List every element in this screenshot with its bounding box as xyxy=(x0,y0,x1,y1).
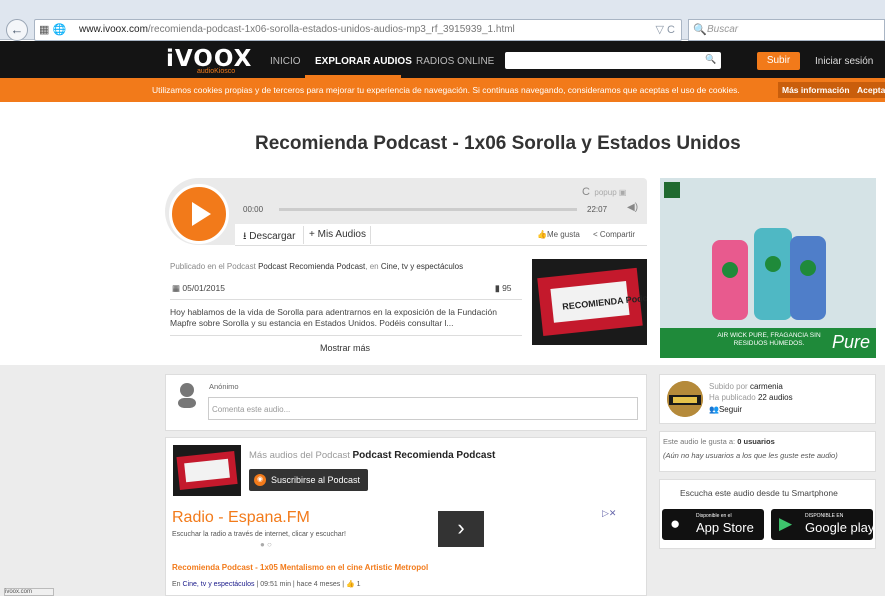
share-icon: < xyxy=(593,230,598,239)
ad-image xyxy=(660,178,876,328)
popup-icon: ▣ xyxy=(618,188,627,197)
search-icon: 🔍 xyxy=(693,24,707,36)
published-in: Publicado en el Podcast Podcast Recomien… xyxy=(170,262,464,271)
advertisement[interactable]: AIR WICK PURE, FRAGANCIA SIN RESIDUOS HÚ… xyxy=(660,178,876,358)
radio-ad-arrow-button[interactable]: › xyxy=(438,511,484,547)
back-button[interactable]: ← xyxy=(6,19,28,41)
ad-text: AIR WICK PURE, FRAGANCIA SIN RESIDUOS HÚ… xyxy=(717,332,821,347)
rss-icon: ◉ xyxy=(254,474,266,486)
play-count: ▮ 95 xyxy=(495,283,512,293)
search-placeholder: Buscar xyxy=(707,24,739,35)
apps-title: Escucha este audio desde tu Smartphone xyxy=(680,488,838,498)
related-episode-title[interactable]: Recomienda Podcast - 1x05 Mentalismo en … xyxy=(172,563,428,572)
podcast-thumbnail[interactable] xyxy=(173,445,241,496)
podcast-link[interactable]: Podcast Recomienda Podcast xyxy=(258,262,365,271)
googleplay-badge[interactable]: ▶ DISPONIBLE EN Google play xyxy=(771,509,874,540)
users-icon: 👥 xyxy=(709,405,719,414)
cookie-text: Utilizamos cookies propias y de terceros… xyxy=(152,85,740,95)
divider xyxy=(370,226,371,244)
follow-button[interactable]: 👥Seguir xyxy=(709,405,742,414)
episode-description: Hoy hablamos de la vida de Sorolla para … xyxy=(170,307,497,328)
site-search-input[interactable]: 🔍 xyxy=(505,52,721,69)
episode-thumbnail[interactable]: RECOMIENDA Podcast xyxy=(532,259,647,345)
reload-icon[interactable]: ▽ C xyxy=(656,23,675,36)
anonymous-avatar-icon xyxy=(178,383,196,408)
google-play-icon: ▶ xyxy=(779,514,793,533)
divider xyxy=(170,299,522,300)
show-more-link[interactable]: Mostrar más xyxy=(320,343,370,353)
nav-inicio[interactable]: INICIO xyxy=(270,56,301,67)
appstore-badge[interactable]: ● Disponible en el App Store xyxy=(662,509,764,540)
ticket-image xyxy=(173,445,241,496)
more-podcast-link[interactable]: Podcast Recomienda Podcast xyxy=(353,450,496,461)
nav-explorar-audios[interactable]: EXPLORAR AUDIOS xyxy=(315,56,412,67)
uploader-link[interactable]: carmenia xyxy=(750,382,783,391)
my-audios-button[interactable]: + Mis Audios xyxy=(309,229,366,240)
comment-user: Anónimo xyxy=(209,382,239,391)
comment-placeholder: Comenta este audio... xyxy=(212,405,291,414)
ticket-image: RECOMIENDA Podcast xyxy=(532,259,647,345)
likes-note: (Aún no hay usuarios a los que les guste… xyxy=(663,451,838,460)
thumbs-up-icon: 👍 xyxy=(537,230,547,239)
divider xyxy=(170,335,522,336)
radio-ad-title[interactable]: Radio - Espana.FM xyxy=(172,509,310,527)
popup-button[interactable]: C popup ▣ xyxy=(582,186,626,198)
cookie-banner: Utilizamos cookies propias y de terceros… xyxy=(0,78,885,102)
share-button[interactable]: < Compartir xyxy=(593,230,635,239)
uploaded-by: Subido por carmenia xyxy=(709,382,783,391)
more-audios-label: Más audios del Podcast Podcast Recomiend… xyxy=(249,450,496,461)
adchoices-close-icon[interactable]: ▷✕ xyxy=(602,508,616,519)
related-category-link[interactable]: Cine, tv y espectáculos xyxy=(183,581,255,588)
subscribe-button[interactable]: Suscribirse al Podcast xyxy=(249,469,368,491)
site-identity-icon[interactable]: ▦ 🌐 xyxy=(39,23,66,36)
url-text: www.ivoox.com/recomienda-podcast-1x06-so… xyxy=(79,24,515,35)
logo-subtitle: audioKiosco xyxy=(197,68,236,75)
download-icon: ⭳ xyxy=(243,231,247,242)
player-actions-bar xyxy=(235,224,647,246)
play-icon xyxy=(192,202,211,226)
time-elapsed: 00:00 xyxy=(243,205,264,214)
nav-radios-online[interactable]: RADIOS ONLINE xyxy=(416,56,494,67)
bar-chart-icon: ▮ xyxy=(495,283,500,293)
browser-search-input[interactable]: 🔍 Buscar xyxy=(688,19,885,41)
apple-icon: ● xyxy=(670,514,681,533)
progress-bar[interactable] xyxy=(279,208,577,211)
uploader-count: Ha publicado 22 audios xyxy=(709,393,793,402)
address-bar[interactable]: ▦ 🌐 www.ivoox.com/recomienda-podcast-1x0… xyxy=(34,19,682,41)
uploader-avatar-image xyxy=(667,381,703,417)
category-link[interactable]: Cine, tv y espectáculos xyxy=(381,262,463,271)
status-bar: ivoox.com xyxy=(4,588,54,596)
page-title: Recomienda Podcast - 1x06 Sorolla y Esta… xyxy=(255,133,741,154)
divider xyxy=(303,226,304,244)
radio-ad-subtitle: Escuchar la radio a través de internet, … xyxy=(172,531,346,538)
volume-icon[interactable]: ◀) xyxy=(627,202,638,213)
likes-count: Este audio le gusta a: 0 usuarios xyxy=(663,437,775,446)
site-search-icon[interactable]: 🔍 xyxy=(705,54,716,65)
login-link[interactable]: Iniciar sesión xyxy=(815,56,873,67)
reload-player-icon: C xyxy=(582,186,590,198)
related-episode-meta: En Cine, tv y espectáculos | 09:51 min |… xyxy=(172,581,361,588)
cookie-more-info-button[interactable]: Más información xyxy=(778,82,854,98)
uploader-avatar[interactable] xyxy=(667,381,703,417)
publish-date: ▦ 05/01/2015 xyxy=(172,283,225,293)
calendar-icon: ▦ xyxy=(172,283,181,293)
ad-brand: Pure xyxy=(832,332,871,352)
cookie-accept-button[interactable]: Aceptar xyxy=(853,82,885,98)
time-total: 22:07 xyxy=(587,205,608,214)
like-button[interactable]: 👍Me gusta xyxy=(537,230,580,239)
download-button[interactable]: ⭳ Descargar xyxy=(243,229,295,246)
upload-button[interactable]: Subir xyxy=(757,52,800,70)
carousel-dots[interactable]: ● ○ xyxy=(260,540,272,549)
